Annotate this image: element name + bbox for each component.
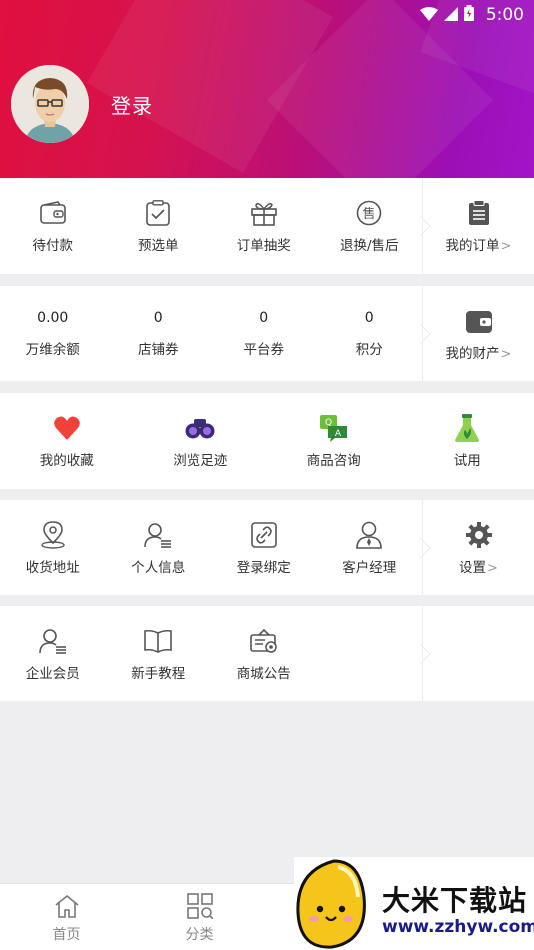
empty-side-slot — [422, 606, 534, 701]
watermark-logo — [294, 857, 378, 950]
flask-icon — [452, 413, 482, 443]
trial-button[interactable]: 试用 — [401, 393, 534, 489]
my-orders-label: 我的订单 — [445, 238, 500, 254]
features-card: 我的收藏 浏览足迹 QA 商品咨询 试用 — [0, 393, 534, 489]
order-lottery-button[interactable]: 订单抽奖 — [211, 178, 317, 274]
order-list-icon — [464, 198, 494, 228]
personal-info-button[interactable]: 个人信息 — [106, 500, 212, 595]
wallet-icon — [38, 198, 68, 228]
settings-button[interactable]: 设置> — [422, 500, 534, 595]
watermark-url: www.zzhyw.com — [382, 917, 534, 937]
account-card: 收货地址 个人信息 登录绑定 客户经理 设置> — [0, 500, 534, 595]
gift-icon — [249, 198, 279, 228]
login-link[interactable]: 登录 — [111, 90, 153, 119]
manager-icon — [354, 520, 384, 550]
orders-card: 待付款 预选单 订单抽奖 售 退换/售后 我的订单> — [0, 178, 534, 274]
book-icon — [143, 626, 173, 656]
announcement-icon — [249, 626, 279, 656]
category-icon — [186, 892, 214, 920]
avatar[interactable] — [11, 65, 89, 143]
chat-icon: QA — [319, 413, 349, 443]
shipping-address-button[interactable]: 收货地址 — [0, 500, 106, 595]
tab-home[interactable]: 首页 — [0, 884, 133, 950]
site-watermark: 大米下载站 www.zzhyw.com — [294, 857, 534, 950]
after-sale-button[interactable]: 售 退换/售后 — [317, 178, 423, 274]
home-icon — [53, 892, 81, 920]
settings-label: 设置 — [459, 559, 487, 576]
tab-category-label: 分类 — [185, 926, 214, 943]
wifi-icon — [419, 6, 438, 25]
wallet-icon — [464, 306, 494, 336]
assets-card: 0.00 万维余额 0 店铺券 0 平台券 0 积分 我的财产> — [0, 286, 534, 381]
binoculars-icon — [185, 413, 215, 443]
svg-text:A: A — [335, 429, 342, 439]
after-sale-icon: 售 — [354, 198, 384, 228]
mall-announcement-button[interactable]: 商城公告 — [211, 606, 317, 701]
my-assets-label: 我的财产 — [445, 345, 500, 362]
svg-text:售: 售 — [363, 206, 376, 222]
gear-icon — [464, 520, 494, 550]
chevron-right-icon: > — [500, 346, 512, 362]
clipboard-check-icon — [143, 198, 173, 228]
enterprise-member-icon — [38, 626, 68, 656]
beginner-tutorial-button[interactable]: 新手教程 — [106, 606, 212, 701]
more-card: 企业会员 新手教程 商城公告 — [0, 606, 534, 701]
status-time: 5:00 — [485, 5, 524, 25]
chevron-right-icon: > — [500, 239, 512, 254]
browse-history-button[interactable]: 浏览足迹 — [134, 393, 268, 489]
enterprise-member-button[interactable]: 企业会员 — [0, 606, 106, 701]
points-button[interactable]: 0 积分 — [317, 286, 423, 381]
my-orders-button[interactable]: 我的订单> — [422, 178, 534, 274]
tab-home-label: 首页 — [52, 926, 81, 943]
signal-icon — [443, 6, 458, 25]
favorites-button[interactable]: 我的收藏 — [0, 393, 134, 489]
profile-header: 5:00 登录 — [0, 0, 534, 178]
pending-payment-button[interactable]: 待付款 — [0, 178, 106, 274]
balance-button[interactable]: 0.00 万维余额 — [0, 286, 106, 381]
heart-icon — [52, 413, 82, 443]
product-inquiry-button[interactable]: QA 商品咨询 — [267, 393, 401, 489]
my-assets-button[interactable]: 我的财产> — [422, 286, 534, 381]
platform-coupon-button[interactable]: 0 平台券 — [211, 286, 317, 381]
battery-icon — [463, 5, 474, 25]
shop-coupon-button[interactable]: 0 店铺券 — [106, 286, 212, 381]
login-binding-button[interactable]: 登录绑定 — [211, 500, 317, 595]
chevron-right-icon: > — [487, 560, 498, 576]
tab-category[interactable]: 分类 — [133, 884, 266, 950]
account-manager-button[interactable]: 客户经理 — [317, 500, 423, 595]
status-bar: 5:00 — [419, 0, 524, 30]
link-icon — [249, 520, 279, 550]
location-pin-icon — [38, 520, 68, 550]
watermark-title: 大米下载站 — [382, 884, 528, 917]
preselect-order-button[interactable]: 预选单 — [106, 178, 212, 274]
person-info-icon — [143, 520, 173, 550]
